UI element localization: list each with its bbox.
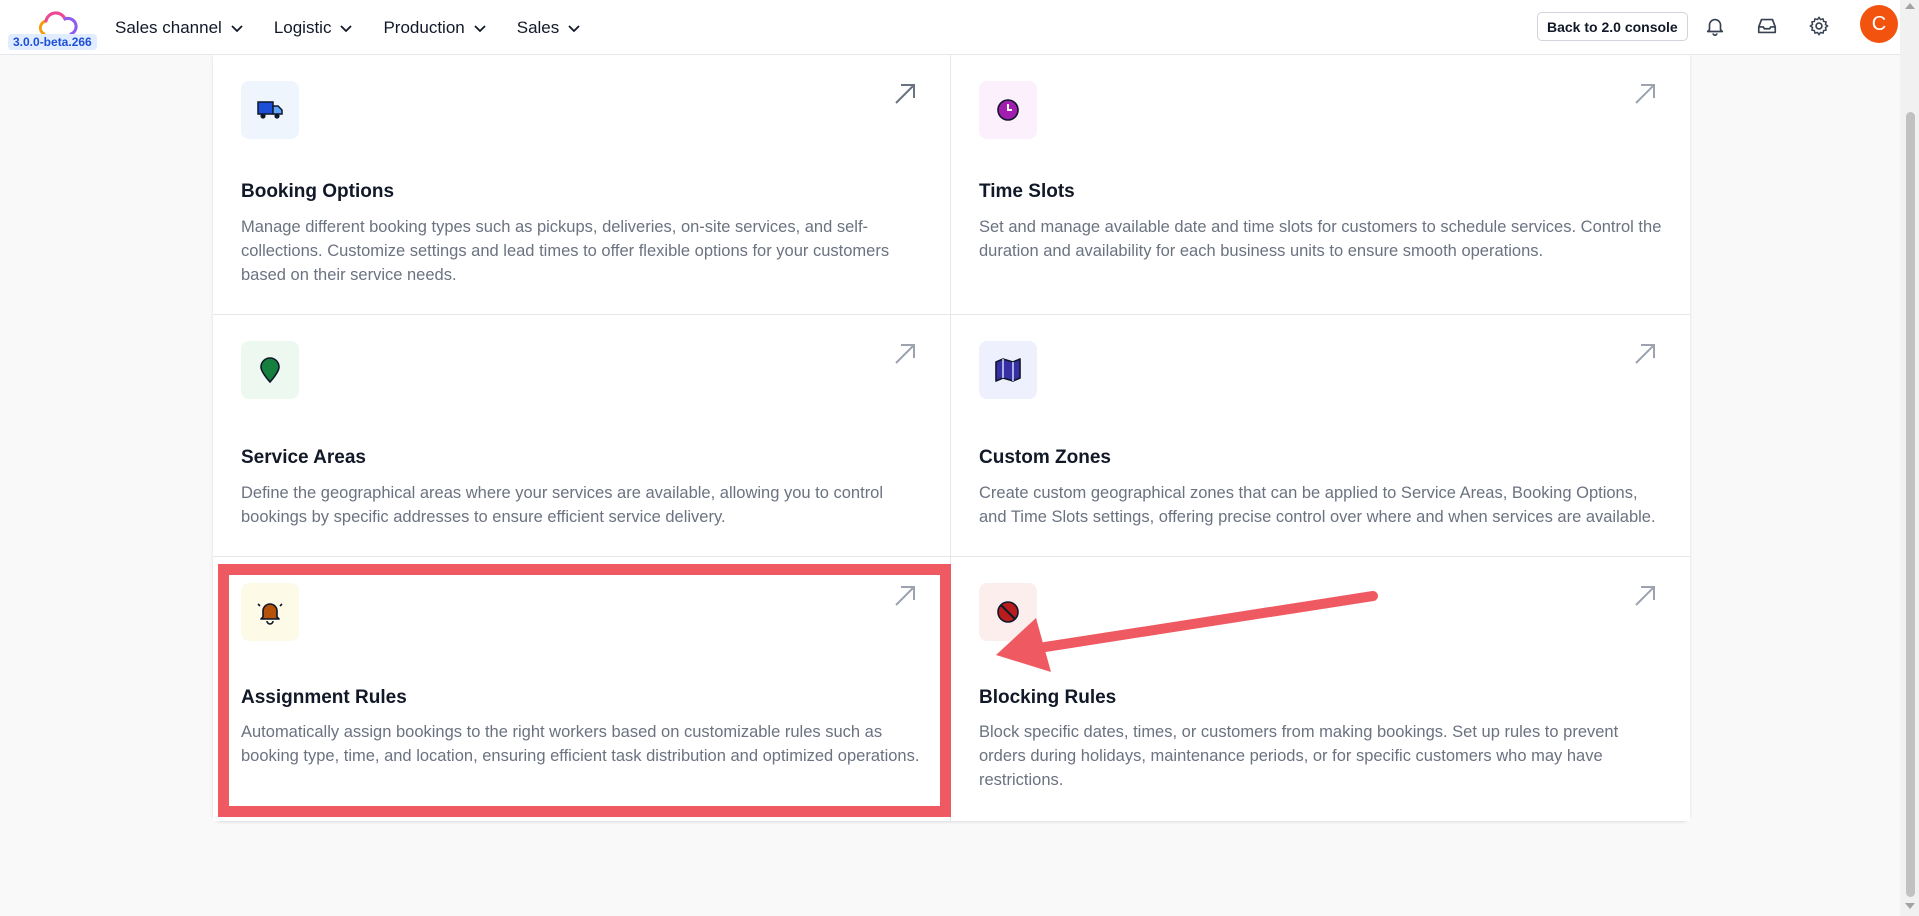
card-icon-box xyxy=(979,341,1037,399)
nav-logistic[interactable]: Logistic xyxy=(274,18,354,38)
card-title: Blocking Rules xyxy=(979,687,1117,708)
card-title: Booking Options xyxy=(241,181,395,202)
external-arrow-icon[interactable] xyxy=(892,81,918,107)
card-description: Manage different booking types such as p… xyxy=(241,218,890,284)
map-icon xyxy=(995,358,1021,382)
main-menu: Sales channel Logistic Production Sales xyxy=(115,0,581,55)
card-custom-zones[interactable]: Custom Zones Create custom geographical … xyxy=(951,315,1690,557)
booking-settings-panel: Booking Options Manage different booking… xyxy=(213,55,1690,821)
back-to-console-button[interactable]: Back to 2.0 console xyxy=(1537,12,1688,41)
settings-button[interactable] xyxy=(1806,13,1832,39)
card-time-slots[interactable]: Time Slots Set and manage available date… xyxy=(951,55,1690,315)
card-icon-box xyxy=(241,341,299,399)
version-badge: 3.0.0-beta.266 xyxy=(8,34,97,50)
notifications-button[interactable] xyxy=(1702,13,1728,39)
card-description: Block specific dates, times, or customer… xyxy=(979,723,1619,789)
nav-label: Sales xyxy=(516,17,560,37)
chevron-down-icon xyxy=(340,24,353,32)
nav-sales-channel[interactable]: Sales channel xyxy=(115,18,244,38)
scroll-thumb[interactable] xyxy=(1906,112,1915,897)
card-booking-options[interactable]: Booking Options Manage different booking… xyxy=(213,55,951,315)
external-arrow-icon[interactable] xyxy=(892,583,918,609)
chevron-down-icon xyxy=(568,24,580,32)
top-nav: 3.0.0-beta.266 Sales channel Logistic Pr… xyxy=(0,0,1900,55)
external-arrow-icon[interactable] xyxy=(892,341,918,367)
card-title: Custom Zones xyxy=(979,447,1111,468)
chevron-down-icon xyxy=(474,24,486,32)
card-description: Automatically assign bookings to the rig… xyxy=(241,723,920,765)
user-avatar[interactable]: C xyxy=(1860,5,1898,43)
scroll-up-arrow-icon[interactable] xyxy=(1905,3,1915,9)
nav-production[interactable]: Production xyxy=(383,18,486,38)
card-icon-box xyxy=(241,81,299,139)
truck-icon xyxy=(257,101,283,119)
card-title: Assignment Rules xyxy=(241,687,407,708)
card-description: Define the geographical areas where your… xyxy=(241,484,884,526)
external-arrow-icon[interactable] xyxy=(1632,583,1658,609)
card-icon-box xyxy=(979,81,1037,139)
page-scrollbar[interactable] xyxy=(1900,0,1919,916)
card-assignment-rules[interactable]: Assignment Rules Automatically assign bo… xyxy=(213,557,951,821)
inbox-button[interactable] xyxy=(1754,13,1780,39)
nav-label: Sales channel xyxy=(115,17,222,37)
nav-sales[interactable]: Sales xyxy=(517,18,582,38)
card-title: Time Slots xyxy=(979,181,1075,202)
card-description: Create custom geographical zones that ca… xyxy=(979,484,1656,526)
block-icon xyxy=(997,601,1019,623)
card-icon-box xyxy=(241,583,299,641)
map-pin-icon xyxy=(260,357,280,384)
card-blocking-rules[interactable]: Blocking Rules Block specific dates, tim… xyxy=(951,557,1690,821)
bell-icon xyxy=(1706,18,1724,36)
nav-label: Logistic xyxy=(273,17,332,37)
clock-icon xyxy=(997,99,1019,121)
card-title: Service Areas xyxy=(241,447,367,468)
card-icon-box xyxy=(979,583,1037,641)
bell-icon xyxy=(257,603,283,625)
nav-label: Production xyxy=(383,17,465,37)
scroll-down-arrow-icon[interactable] xyxy=(1905,903,1915,909)
inbox-icon xyxy=(1757,18,1777,34)
app-logo[interactable]: 3.0.0-beta.266 xyxy=(8,8,97,52)
external-arrow-icon[interactable] xyxy=(1632,341,1658,367)
card-service-areas[interactable]: Service Areas Define the geographical ar… xyxy=(213,315,951,557)
card-description: Set and manage available date and time s… xyxy=(979,218,1662,260)
external-arrow-icon[interactable] xyxy=(1632,81,1658,107)
chevron-down-icon xyxy=(231,24,243,32)
gear-icon xyxy=(1809,16,1829,36)
